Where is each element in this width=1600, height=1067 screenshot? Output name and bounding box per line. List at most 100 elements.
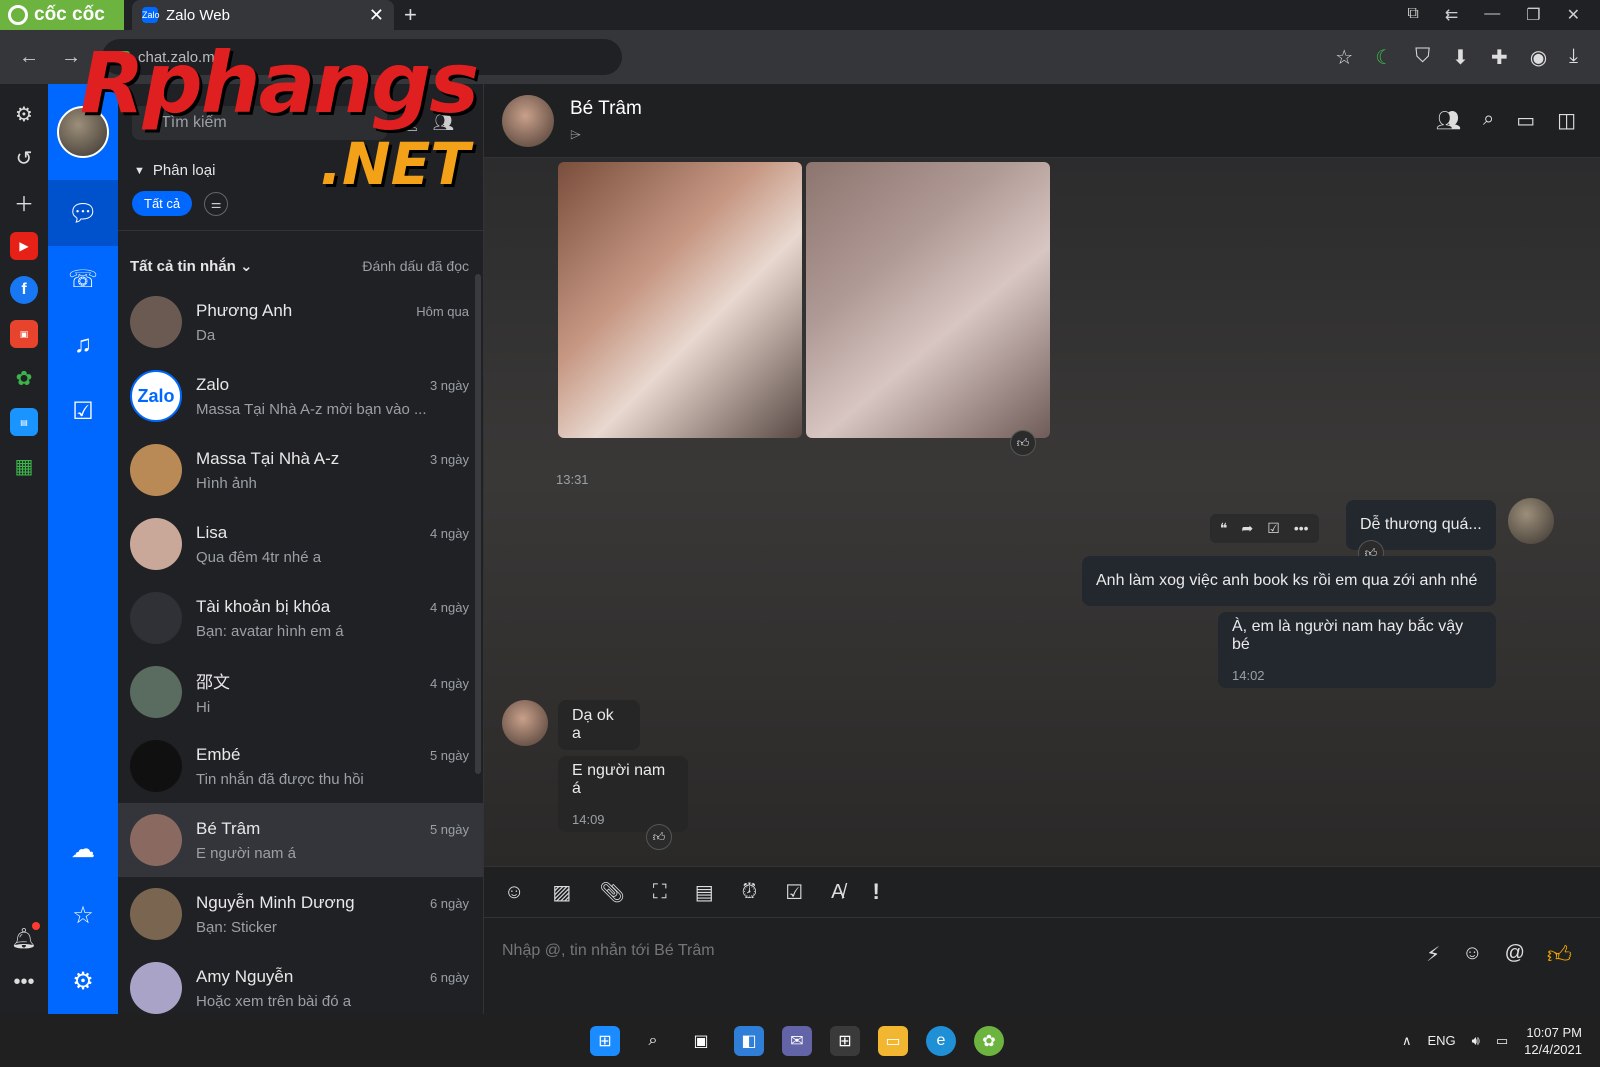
conversation-item[interactable]: Phương Anh Hôm qua Da [118,285,483,359]
add-shortcut-icon[interactable]: ＋ [10,188,38,216]
widgets-icon[interactable]: ◧ [734,1025,764,1056]
emoji-icon[interactable]: ☺ [1462,942,1482,970]
add-to-group-icon[interactable]: 👥︎ [1436,108,1461,133]
screenshot-icon[interactable]: ⧉ [1407,5,1418,25]
image-icon[interactable]: ▨ [552,880,571,905]
todo-tab-icon[interactable]: ☑ [48,378,118,444]
settings-gear-icon[interactable]: ⚙ [10,100,38,128]
conversation-item[interactable]: Lisa 4 ngày Qua đêm 4tr nhé a [118,507,483,581]
conversation-item[interactable]: Tài khoản bị khóa 4 ngày Bạn: avatar hình … [118,581,483,655]
file-explorer-icon[interactable]: ▭ [878,1025,908,1056]
quick-message-icon[interactable]: ⚡︎ [1426,942,1440,970]
react-like-icon[interactable]: 👍︎ [1010,430,1036,456]
forward-icon[interactable]: ➦ [1242,520,1254,537]
download-video-icon[interactable]: ⬇ [1452,45,1469,70]
adblock-shield-icon[interactable]: ⛉ [1415,45,1430,70]
close-tab-icon[interactable]: ✕ [369,5,384,26]
forward-button[interactable]: → [60,46,82,69]
notifications-tab-icon[interactable]: ♫ [48,312,118,378]
coccoc-app-icon[interactable]: ✿ [974,1025,1004,1056]
back-button[interactable]: ← [18,46,40,69]
dark-mode-moon-icon[interactable]: ☾ [1375,45,1393,70]
quote-icon[interactable]: ❝ [1220,520,1228,537]
conversation-item[interactable]: Bé Trâm 5 ngày E người nam á [118,803,483,877]
message-photo[interactable] [558,162,802,438]
language-indicator[interactable]: ENG [1427,1033,1455,1048]
close-window-button[interactable]: ✕ [1567,5,1580,25]
tag-icon[interactable]: ⌲ [570,126,642,143]
mark-read-link[interactable]: Đánh dấu đã đọc [362,258,469,274]
user-avatar[interactable] [57,106,109,158]
start-windows-icon[interactable]: ⊞ [590,1025,620,1056]
conversation-item[interactable]: Embé 5 ngày Tin nhắn đã được thu hồi [118,729,483,803]
facebook-icon[interactable]: f [10,276,38,304]
my-avatar[interactable] [1508,498,1554,544]
message-bubble-received[interactable]: E người nam á 14:09 [558,756,688,832]
browser-tab[interactable]: Zalo Zalo Web ✕ [132,0,394,30]
coccoc-menu-button[interactable]: cốc cốc [0,0,124,30]
new-tab-button[interactable]: + [404,2,417,28]
notification-bell-icon[interactable]: 🔔︎ [10,922,40,952]
contact-avatar[interactable] [502,94,554,147]
calendar-icon[interactable]: ▦ [10,452,38,480]
extensions-icon[interactable]: ✚ [1491,45,1508,70]
message-photo[interactable] [806,162,1050,438]
send-like-icon[interactable]: 👍︎ [1547,942,1572,970]
teams-chat-icon[interactable]: ✉ [782,1025,812,1056]
address-bar[interactable]: chat.zalo.me [102,39,622,75]
star-icon[interactable]: ☆ [48,882,118,948]
bookmark-star-icon[interactable]: ☆ [1335,45,1353,70]
search-chat-icon[interactable]: ⌕ [1483,108,1494,133]
back-arrows-icon[interactable]: ⇇ [1445,5,1458,25]
search-input[interactable]: ⌕ Tìm kiếm [132,106,387,140]
add-friend-icon[interactable]: 👤︎ [399,113,421,133]
contact-mini-avatar[interactable] [502,700,548,746]
volume-icon[interactable]: 🔊︎ [1472,1033,1480,1049]
conversation-item[interactable]: Zalo Zalo 3 ngày Massa Tại Nhà A-z mời bạn … [118,359,483,433]
react-like-icon[interactable]: 👍︎ [646,824,672,850]
assign-task-icon[interactable]: ☑ [785,880,803,905]
sticker-icon[interactable]: ☺ [504,881,524,904]
create-group-icon[interactable]: 👥︎ [433,113,455,133]
more-dots-icon[interactable]: ••• [10,968,38,996]
clock[interactable]: 10:07 PM 12/4/2021 [1524,1024,1582,1058]
shopee-icon[interactable]: ▣ [10,320,38,348]
message-bubble-sent[interactable]: Anh làm xog việc anh book ks rồi em qua … [1082,556,1496,606]
urgent-message-icon[interactable]: ! [873,879,880,905]
battery-icon[interactable]: ▭ [1496,1033,1508,1049]
search-icon[interactable]: ⌕ [638,1026,668,1056]
chip-all[interactable]: Tất cả [132,191,193,216]
attach-file-icon[interactable]: 📎︎ [599,880,624,905]
video-call-icon[interactable]: ▭ [1516,108,1535,133]
settings-icon[interactable]: ⚙ [48,948,118,1014]
todo-add-icon[interactable]: ☑ [1267,520,1280,537]
history-icon[interactable]: ↺ [10,144,38,172]
screenshot-capture-icon[interactable]: ⛶ [653,881,667,904]
conversation-item[interactable]: Nguyễn Minh Dương 6 ngày Bạn: Sticker [118,877,483,951]
messages-tab-icon[interactable]: 💬︎ [48,180,118,246]
conversation-item[interactable]: Massa Tại Nhà A-z 3 ngày Hình ảnh [118,433,483,507]
restore-button[interactable]: ❐ [1526,5,1540,25]
toggle-info-panel-icon[interactable]: ◫ [1557,108,1576,133]
message-bubble-received[interactable]: Dạ ok a [558,700,640,750]
conversation-item[interactable]: 邵文 4 ngày Hi [118,655,483,729]
more-icon[interactable]: ••• [1294,520,1309,537]
filter-settings-icon[interactable]: ⚌ [204,191,229,216]
contacts-tab-icon[interactable]: ☏ [48,246,118,312]
profile-icon[interactable]: ◉ [1530,45,1547,70]
cloud-icon[interactable]: ☁ [48,816,118,882]
business-card-icon[interactable]: ▤ [695,880,714,905]
filter-toggle[interactable]: ▼ Phân loại [118,140,483,179]
tiki-icon[interactable]: ▤ [10,408,38,436]
tray-chevron-up-icon[interactable]: ∧ [1402,1033,1412,1049]
format-text-icon[interactable]: A̸ [831,881,844,904]
mention-icon[interactable]: @ [1505,942,1525,970]
edge-icon[interactable]: e [926,1025,956,1056]
store-icon[interactable]: ⊞ [830,1025,860,1056]
all-messages-dropdown[interactable]: Tất cả tin nhắn ⌄ [130,257,253,275]
message-input[interactable] [502,942,1427,960]
list-scrollbar[interactable] [475,274,481,774]
message-bubble-sent[interactable]: À, em là người nam hay bắc vậy bé 14:02 [1218,612,1496,688]
conversation-item[interactable]: Amy Nguyễn 6 ngày Hoặc xem trên bài đó a [118,951,483,1014]
youtube-icon[interactable]: ▶ [10,232,38,260]
